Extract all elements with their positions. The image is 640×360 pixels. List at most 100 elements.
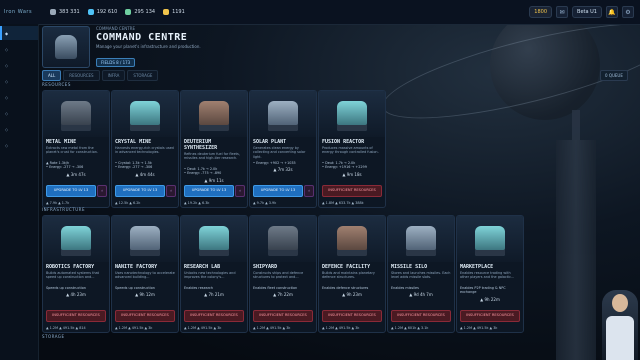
upgrade-cost: ▲ 12.5k ▲ 6.2k [115,201,141,205]
building-stat: • Energy: +902 → +1035 [253,161,296,165]
building-image [250,216,316,262]
building-stat: Enables missiles [391,286,419,290]
building-name: RESEARCH LAB [184,264,221,270]
sidebar-item[interactable]: ◇ [0,74,38,88]
resource-value: 295 134 [134,9,156,15]
building-description: Produces massive amounts of energy throu… [322,146,379,155]
building-name: DEFENCE FACILITY [322,264,371,270]
building-description: Builds and maintains planetary defence s… [322,271,375,280]
resource-energy: 1191 [163,9,185,15]
building-card[interactable]: LV 12SHIPYARDConstructs ships and defenc… [249,215,317,333]
insufficient-resources-button[interactable]: INSUFFICIENT RESOURCES [46,310,106,322]
tower-illustration [556,110,596,360]
commander-avatar [602,290,638,360]
deuterium-icon [125,9,132,15]
building-card[interactable]: LV 12ROBOTICS FACTORYBuilds automated sy… [42,215,110,333]
building-image [388,216,454,262]
boost-button[interactable]: ⚡ [97,185,107,197]
building-image [319,91,385,137]
building-description: Harvests energy-rich crystals used in ad… [115,146,174,155]
notification-icon[interactable]: 🔔 [606,6,618,18]
queue-button[interactable]: 0 QUEUE [600,70,628,81]
user-menu[interactable]: Beta U1 [572,6,602,18]
fields-badge: FIELDS 8 / 173 [96,58,136,67]
building-description: Builds automated systems that speed up c… [46,271,100,280]
sidebar-item[interactable]: ◇ [0,42,38,56]
insufficient-resources-button[interactable]: INSUFFICIENT RESOURCES [184,310,244,322]
chat-icon[interactable]: ✉ [556,6,569,18]
insufficient-resources-button[interactable]: INSUFFICIENT RESOURCES [322,310,382,322]
building-card[interactable]: LV 12CRYSTAL MINEHarvests energy-rich cr… [111,90,179,208]
building-card[interactable]: LV 12METAL MINEExtracts raw metal from t… [42,90,110,208]
tab-all[interactable]: ALL [42,70,62,81]
insufficient-resources-button[interactable]: INSUFFICIENT RESOURCES [253,310,313,322]
energy-icon [163,9,170,15]
insufficient-resources-button[interactable]: INSUFFICIENT RESOURCES [115,310,175,322]
tab-storage[interactable]: STORAGE [127,70,159,81]
sidebar: ◆ ◇ ◇ ◇ ◇ ◇ ◇ ◇ [0,24,39,360]
upgrade-cost: ▲ 1.2M ▲ 491.5k ▲ 3k [322,326,360,330]
building-stat: Enables defence structures [322,286,369,290]
insufficient-resources-button[interactable]: INSUFFICIENT RESOURCES [322,185,382,197]
coins-badge[interactable]: 1800 [529,6,553,18]
building-card[interactable]: LV 12NANITE FACTORYUses nanotechnology t… [111,215,179,333]
building-illustration [268,226,298,256]
building-description: Enables resource trading with other play… [460,271,515,280]
building-image [43,91,109,137]
section-storage-label: STORAGE [42,334,65,339]
app-logo[interactable]: Iron Wars [0,9,42,15]
building-card[interactable]: LV 12SOLAR PLANTGenerates clean energy b… [249,90,317,208]
building-image [250,91,316,137]
build-time: ▲ 4h 23m [66,292,86,298]
build-time: ▲ 9h 22m [480,296,500,302]
upgrade-button[interactable]: UPGRADE TO LV 13 [115,185,165,197]
building-name: DEUTERIUM SYNTHESIZER [184,139,218,151]
build-time: ▲ 9h 12m [135,292,155,298]
section-resources-label: RESOURCES [42,82,71,87]
insufficient-resources-button[interactable]: INSUFFICIENT RESOURCES [460,310,520,322]
building-illustration [406,226,436,256]
build-time: ▲ 7h 21m [204,292,224,298]
top-bar: Iron Wars 383 331 192 610 295 134 1191 1… [0,0,640,25]
building-stat: • Energy: +1916 → +2299 [322,165,367,170]
sidebar-item-command-centre[interactable]: ◆ [0,26,38,40]
settings-icon[interactable]: ⚙ [622,6,634,18]
building-card[interactable]: LV 12MARKETPLACEEnables resource trading… [456,215,524,333]
sidebar-item[interactable]: ◇ [0,58,38,72]
building-illustration [337,101,367,131]
upgrade-button[interactable]: UPGRADE TO LV 13 [253,185,303,197]
sidebar-item[interactable]: ◇ [0,106,38,120]
building-card[interactable]: LV 12MISSILE SILOStores and launches mis… [387,215,455,333]
sidebar-item[interactable]: ◇ [0,138,38,152]
building-description: Generates clean energy by collecting and… [253,146,306,159]
building-name: NANITE FACTORY [115,264,158,270]
building-illustration [268,101,298,131]
page-title: COMMAND CENTRE [96,32,188,43]
building-card[interactable]: LV 12RESEARCH LABUnlocks new technologie… [180,215,248,333]
upgrade-button[interactable]: UPGRADE TO LV 13 [184,185,234,197]
insufficient-resources-button[interactable]: INSUFFICIENT RESOURCES [391,310,451,322]
building-card[interactable]: LV 12DEUTERIUM SYNTHESIZERRefines deuter… [180,90,248,208]
building-stat: • Energy: -277 → -306 [46,165,84,170]
building-card[interactable]: LV 12FUSION REACTORProduces massive amou… [318,90,386,208]
building-image [43,216,109,262]
building-card[interactable]: LV 12DEFENCE FACILITYBuilds and maintain… [318,215,386,333]
building-illustration [337,226,367,256]
boost-button[interactable]: ⚡ [235,185,245,197]
build-time: ▲ 7m 32s [273,167,293,173]
sidebar-item[interactable]: ◇ [0,90,38,104]
building-illustration [130,101,160,131]
sidebar-item[interactable]: ◇ [0,122,38,136]
building-name: FUSION REACTOR [322,139,365,145]
boost-button[interactable]: ⚡ [304,185,314,197]
building-description: Stores and launches missiles. Each level… [391,271,451,280]
crystal-icon [87,9,94,15]
tab-resources[interactable]: RESOURCES [63,70,100,81]
boost-button[interactable]: ⚡ [166,185,176,197]
upgrade-cost: ▲ 1.2M ▲ 491.5k ▲ 814 [46,326,86,330]
resource-value: 192 610 [96,9,118,15]
upgrade-cost: ▲ 9.7k ▲ 3.9k [253,201,277,205]
tab-infra[interactable]: INFRA [101,70,126,81]
building-illustration [199,226,229,256]
upgrade-button[interactable]: UPGRADE TO LV 13 [46,185,96,197]
